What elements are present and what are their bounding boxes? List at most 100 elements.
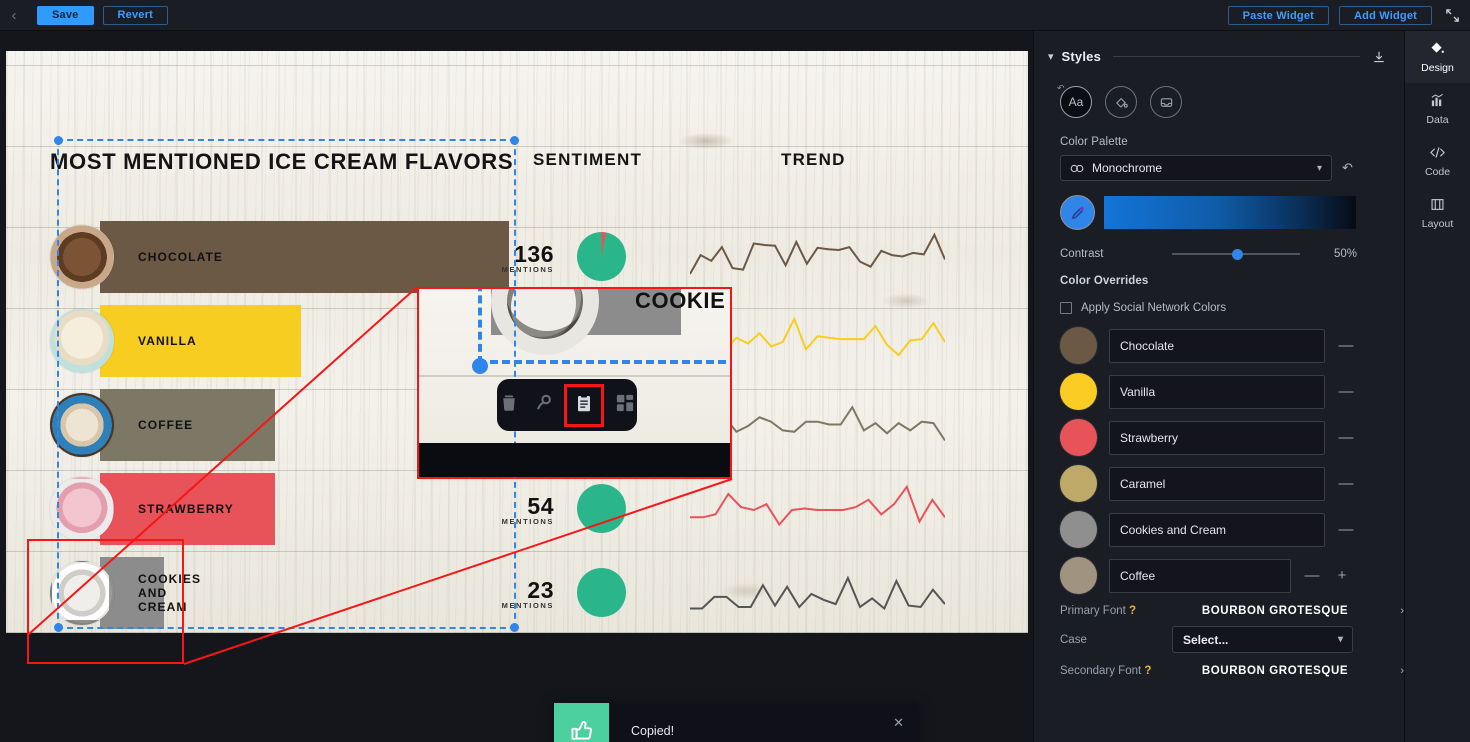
right-nav-rail: Design Data Code Layout [1404, 31, 1470, 742]
flavor-bar[interactable]: COFFEE [100, 389, 275, 461]
chevron-down-icon[interactable]: ▾ [1338, 634, 1343, 645]
undo-icon[interactable]: ↶ [1057, 83, 1065, 94]
remove-color-button[interactable]: — [1337, 337, 1355, 355]
help-icon[interactable]: ? [1144, 665, 1151, 677]
sentiment-pie[interactable] [577, 484, 626, 533]
color-swatch[interactable] [1060, 327, 1097, 364]
color-swatch[interactable] [1060, 373, 1097, 410]
flavor-thumbnail[interactable] [50, 477, 114, 541]
paint-circle[interactable] [1105, 86, 1137, 118]
apply-social-row[interactable]: Apply Social Network Colors [1034, 294, 1404, 314]
flavor-bar[interactable]: CHOCOLATE [100, 221, 509, 293]
add-widget-button[interactable]: Add Widget [1339, 6, 1432, 25]
trend-sparkline[interactable] [690, 565, 945, 623]
mentions-caption: MENTIONS [501, 265, 554, 274]
remove-color-button[interactable]: — [1337, 475, 1355, 493]
revert-button[interactable]: Revert [102, 5, 168, 25]
canvas-area[interactable]: MOST MENTIONED ICE CREAM FLAVORS SENTIME… [0, 31, 1033, 742]
reset-icon[interactable]: ↶ [1342, 160, 1353, 176]
infographic-title: MOST MENTIONED ICE CREAM FLAVORS [50, 149, 514, 174]
delete-icon[interactable] [499, 393, 519, 418]
clipboard-icon[interactable] [564, 383, 604, 427]
mentions-caption: MENTIONS [501, 601, 554, 610]
toast-message: Copied! [631, 723, 675, 738]
chevron-down-icon[interactable]: ▾ [1317, 163, 1322, 174]
flavor-bar[interactable]: STRAWBERRY [100, 473, 275, 545]
color-override-input[interactable]: Vanilla [1109, 374, 1325, 409]
remove-color-button[interactable]: — [1337, 383, 1355, 401]
help-icon[interactable]: ? [1129, 605, 1136, 617]
styles-panel-header: ▾ Styles [1034, 31, 1404, 64]
save-button[interactable]: Save [37, 5, 94, 25]
trend-sparkline[interactable] [690, 481, 945, 539]
typography-circle[interactable]: ↶ Aa [1057, 83, 1092, 118]
expand-icon[interactable] [1442, 6, 1462, 26]
chevron-right-icon[interactable]: › [1378, 605, 1404, 617]
remove-color-button[interactable]: — [1303, 567, 1321, 585]
color-overrides-label: Color Overrides [1060, 275, 1149, 287]
sentiment-pie[interactable] [577, 232, 626, 281]
contrast-value: 50% [1334, 248, 1358, 260]
sentiment-pie[interactable] [577, 568, 626, 617]
topbar-left-group: ‹ Save Revert [0, 0, 168, 31]
flavor-bar[interactable]: VANILLA [100, 305, 301, 377]
flavor-bar-label: STRAWBERRY [138, 502, 234, 516]
nav-item-data[interactable]: Data [1405, 83, 1470, 135]
slider-knob[interactable] [1232, 249, 1243, 260]
color-swatch[interactable] [1060, 465, 1097, 502]
nav-item-design[interactable]: Design [1405, 31, 1470, 83]
color-palette-value: Monochrome [1092, 161, 1163, 175]
color-override-row: Chocolate — [1034, 318, 1404, 364]
add-color-button[interactable]: + [1333, 567, 1351, 585]
contrast-slider[interactable] [1172, 247, 1300, 261]
color-swatch[interactable] [1060, 511, 1097, 548]
chevron-right-icon[interactable]: › [1378, 665, 1404, 677]
frame-circle[interactable] [1150, 86, 1182, 118]
remove-color-button[interactable]: — [1337, 429, 1355, 447]
mentions-caption: MENTIONS [501, 517, 554, 526]
nav-item-layout[interactable]: Layout [1405, 187, 1470, 239]
color-override-input[interactable]: Chocolate [1109, 328, 1325, 363]
remove-color-button[interactable]: — [1337, 521, 1355, 539]
nav-label-data: Data [1426, 113, 1449, 126]
contrast-label: Contrast [1060, 248, 1104, 260]
magnifier-callout: COOKIE [417, 287, 732, 479]
chevron-down-icon[interactable]: ▾ [1048, 50, 1054, 63]
flavor-thumbnail[interactable] [50, 225, 114, 289]
primary-font-value[interactable]: BOURBON GROTESQUE [1172, 605, 1378, 617]
secondary-font-value[interactable]: BOURBON GROTESQUE [1172, 665, 1378, 677]
data-chart-icon [1430, 93, 1445, 109]
topbar-right-group: Paste Widget Add Widget [1227, 0, 1462, 31]
trend-sparkline[interactable] [690, 229, 945, 287]
close-icon[interactable]: ✕ [893, 715, 904, 731]
color-override-input[interactable]: Strawberry [1109, 420, 1325, 455]
link-icon[interactable] [533, 393, 553, 418]
header-divider [1113, 56, 1360, 57]
flavor-thumbnail[interactable] [50, 309, 114, 373]
color-palette-select[interactable]: Monochrome ▾ [1060, 155, 1332, 181]
back-chevron-icon[interactable]: ‹ [0, 0, 28, 31]
contrast-row: Contrast 50% [1034, 230, 1404, 261]
color-override-input[interactable]: Coffee [1109, 558, 1291, 593]
color-override-input[interactable]: Caramel [1109, 466, 1325, 501]
nav-item-code[interactable]: Code [1405, 135, 1470, 187]
color-swatch[interactable] [1060, 557, 1097, 594]
flavor-row[interactable]: CHOCOLATE 136 MENTIONS [50, 221, 1010, 293]
panel-title: Styles [1061, 49, 1102, 64]
flavor-thumbnail[interactable] [50, 393, 114, 457]
paste-widget-button[interactable]: Paste Widget [1227, 6, 1329, 25]
color-swatch[interactable] [1060, 419, 1097, 456]
color-override-input[interactable]: Cookies and Cream [1109, 512, 1325, 547]
eyedropper-icon[interactable] [1060, 195, 1095, 230]
flavor-row[interactable]: COOKIES AND CREAM 23 MENTIONS [50, 557, 1010, 629]
case-value: Select... [1183, 632, 1229, 647]
download-icon[interactable] [1372, 50, 1386, 64]
duplicate-icon[interactable] [615, 393, 635, 418]
mentions-value: 136 MENTIONS [492, 243, 554, 275]
magnified-element-toolbar[interactable] [497, 379, 637, 431]
gradient-preview[interactable] [1104, 196, 1356, 229]
case-select[interactable]: Select... ▾ [1172, 626, 1353, 653]
apply-social-checkbox[interactable] [1060, 302, 1072, 314]
color-override-row: Strawberry — [1034, 410, 1404, 456]
flavor-row[interactable]: STRAWBERRY 54 MENTIONS [50, 473, 1010, 545]
